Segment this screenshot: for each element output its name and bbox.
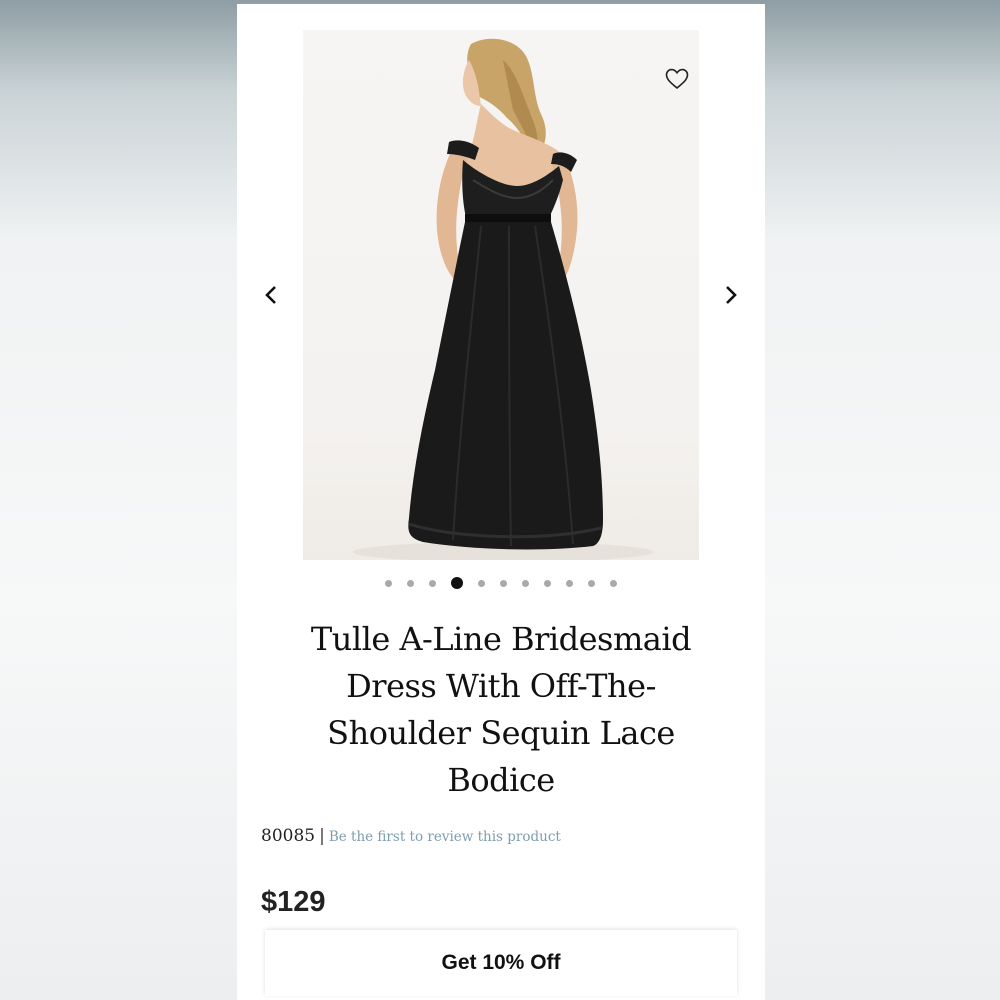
product-photo[interactable] <box>303 30 699 560</box>
pagination-dot[interactable] <box>522 579 529 587</box>
pagination-dot[interactable] <box>407 579 414 587</box>
product-meta: 80085 | Be the first to review this produc… <box>261 826 561 846</box>
pagination-dot[interactable] <box>588 579 595 587</box>
pagination-dot[interactable] <box>610 579 617 587</box>
previous-image-button[interactable] <box>256 280 286 310</box>
heart-outline-icon <box>665 68 689 90</box>
review-link[interactable]: Be the first to review this product <box>329 829 561 845</box>
pagination-dot[interactable] <box>478 579 485 587</box>
chevron-right-icon <box>726 286 737 304</box>
favorite-button[interactable] <box>664 66 690 92</box>
next-image-button[interactable] <box>716 280 746 310</box>
product-sku: 80085 <box>261 826 316 846</box>
pagination-dot[interactable] <box>385 579 392 587</box>
pagination-dot[interactable] <box>500 579 507 587</box>
product-price: $129 <box>261 886 326 918</box>
pagination-dot[interactable] <box>429 579 436 587</box>
gallery-pagination <box>237 576 765 590</box>
pagination-dot[interactable] <box>566 579 573 587</box>
pagination-dot-active[interactable] <box>451 577 463 589</box>
pagination-dot[interactable] <box>544 579 551 587</box>
product-gallery <box>237 30 765 560</box>
dress-back-view-photo <box>353 38 653 560</box>
get-discount-button[interactable]: Get 10% Off <box>265 930 737 996</box>
chevron-left-icon <box>265 286 276 304</box>
product-title: Tulle A-Line Bridesmaid Dress With Off-T… <box>310 620 692 799</box>
product-page: Tulle A-Line Bridesmaid Dress With Off-T… <box>237 4 765 1000</box>
meta-separator: | <box>319 826 325 846</box>
